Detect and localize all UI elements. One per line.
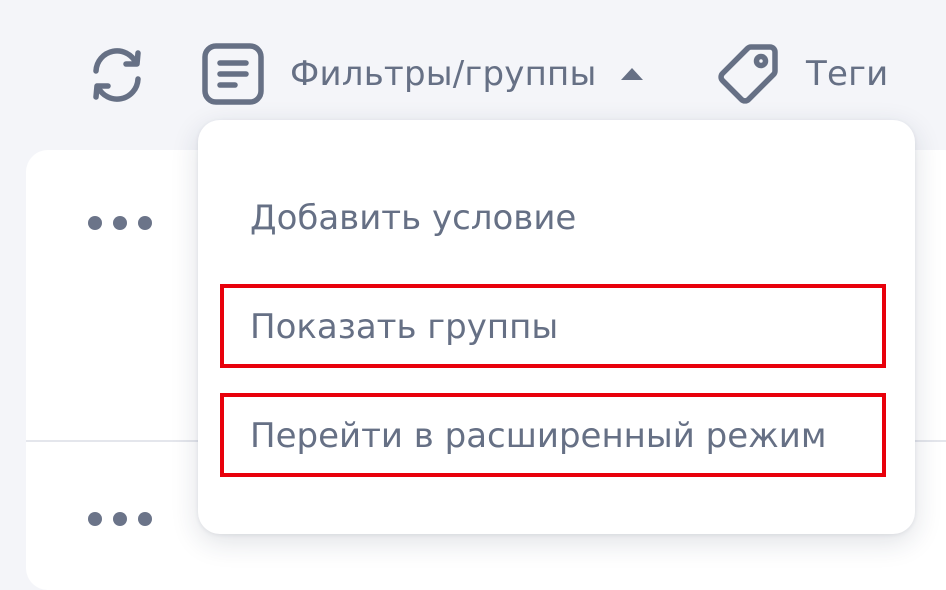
more-dots-icon (113, 216, 127, 230)
row-actions-button-2[interactable] (88, 511, 152, 527)
filters-groups-dropdown: Добавить условие Показать группы Перейти… (198, 120, 915, 534)
more-dots-icon (138, 512, 152, 526)
refresh-button[interactable] (86, 44, 148, 106)
menu-item-advanced-mode[interactable]: Перейти в расширенный режим (250, 416, 827, 456)
filters-groups-button[interactable]: Фильтры/группы (202, 43, 643, 105)
more-dots-icon (88, 512, 102, 526)
tags-label: Теги (806, 54, 889, 94)
caret-up-icon (620, 68, 643, 80)
more-dots-icon (88, 216, 102, 230)
more-dots-icon (113, 512, 127, 526)
list-document-icon (202, 43, 264, 105)
row-actions-button-1[interactable] (88, 215, 152, 231)
tag-icon (716, 42, 780, 106)
menu-item-show-groups[interactable]: Показать группы (250, 307, 558, 347)
more-dots-icon (138, 216, 152, 230)
menu-item-add-condition[interactable]: Добавить условие (250, 198, 576, 238)
tags-button[interactable]: Теги (716, 42, 888, 106)
filters-groups-label: Фильтры/группы (290, 54, 597, 94)
refresh-icon (86, 44, 148, 106)
